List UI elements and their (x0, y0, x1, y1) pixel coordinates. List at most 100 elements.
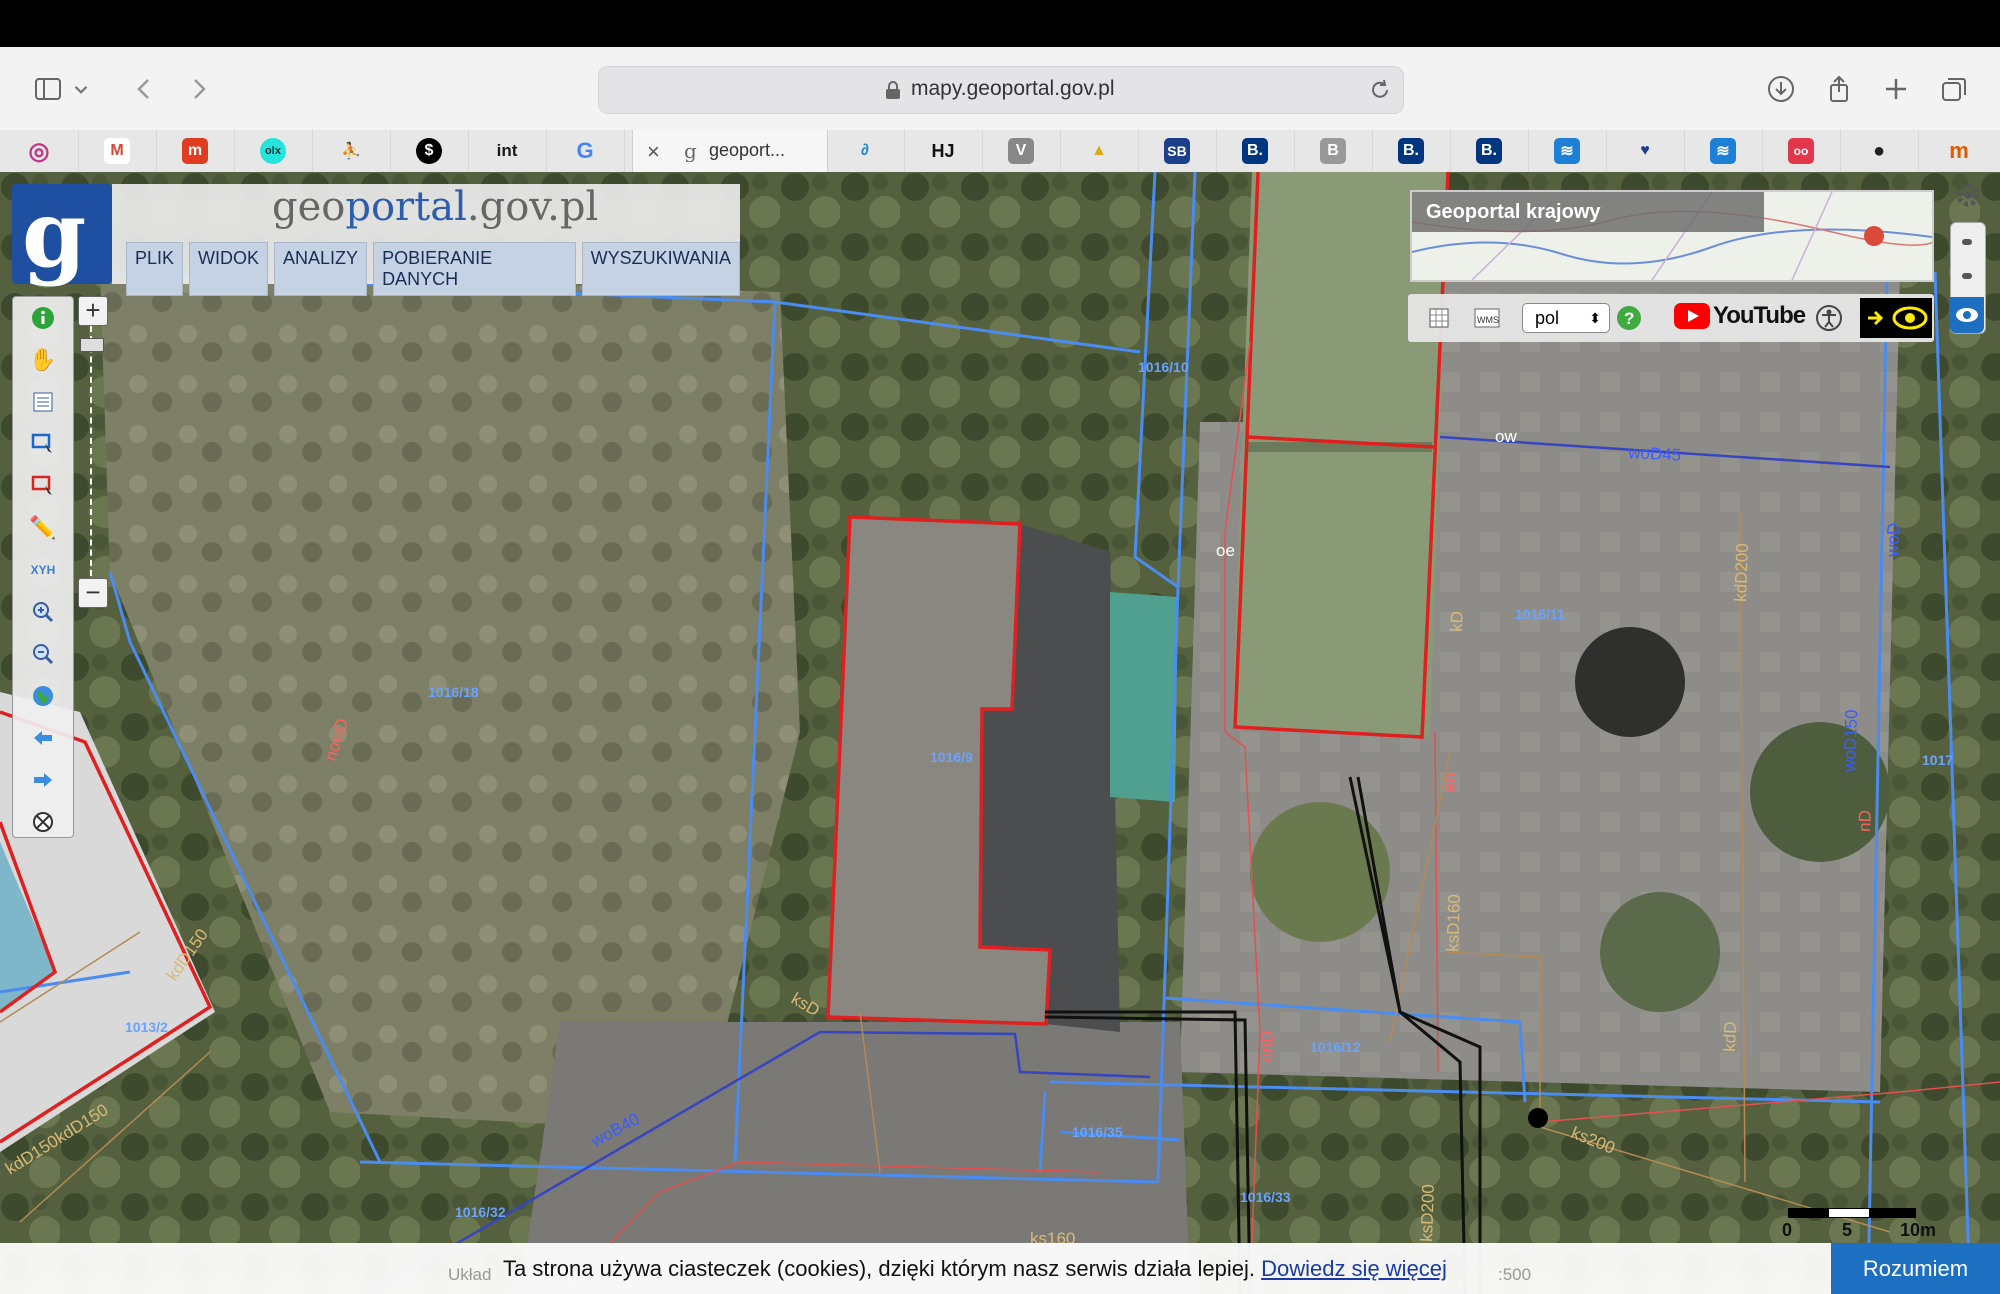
help-icon[interactable]: ? (1614, 302, 1644, 334)
zoom-plus-button[interactable]: + (78, 296, 108, 326)
favorite-booking[interactable]: B. (1216, 130, 1295, 172)
next-view-icon[interactable] (28, 765, 58, 795)
tab-overview-icon[interactable] (1930, 65, 1978, 113)
reload-icon[interactable] (1367, 77, 1393, 103)
favorite-dollar[interactable]: $ (390, 130, 469, 172)
tab-title: geoport... (709, 140, 786, 160)
favorite-mbank[interactable]: m (156, 130, 235, 172)
zoom-track[interactable] (90, 326, 96, 576)
select-area-icon[interactable] (28, 429, 58, 459)
favorite-google[interactable]: G (546, 130, 625, 172)
new-tab-icon[interactable] (1872, 65, 1920, 113)
delete-selection-icon[interactable] (28, 471, 58, 501)
map-viewport[interactable]: 1016/10 1016/18 1016/9 1016/11 1016/12 1… (0, 172, 2000, 1294)
hj-icon: HJ (931, 140, 955, 161)
coordinate-system-label: Układ (448, 1265, 492, 1284)
view-eye-icon[interactable] (1950, 297, 1984, 333)
map-grid-icon[interactable] (1424, 302, 1454, 334)
favorite-hj[interactable]: HJ (904, 130, 983, 172)
favorite-run[interactable]: ⛹ (312, 130, 391, 172)
address-bar[interactable]: mapy.geoportal.gov.pl (598, 66, 1404, 114)
menu-widok[interactable]: WIDOK (189, 242, 269, 296)
chevron-down-icon[interactable] (70, 65, 92, 113)
contrast-toggle[interactable] (1860, 298, 1932, 338)
window-top-bar (0, 0, 2000, 47)
favorite-circle[interactable]: ● (1840, 130, 1919, 172)
favorite-swirl[interactable]: ∂ (826, 130, 905, 172)
legend-icon[interactable] (28, 387, 58, 417)
favorite-olx[interactable]: olx (234, 130, 313, 172)
geoportal-favicon-icon: g (684, 140, 697, 162)
downloads-icon[interactable] (1757, 65, 1805, 113)
favorite-mountain[interactable]: ▲ (1060, 130, 1139, 172)
zoom-knob[interactable] (80, 338, 104, 352)
circle-icon: ● (1872, 139, 1886, 162)
settings-gear-icon[interactable] (1955, 182, 1981, 208)
favorite-tripadvisor[interactable]: oo (1762, 130, 1841, 172)
zoom-slider[interactable]: + − (78, 296, 108, 608)
select-arrows-icon: ⬍ (1589, 310, 1601, 326)
share-icon[interactable] (1815, 65, 1863, 113)
browser-toolbar: mapy.geoportal.gov.pl (0, 47, 2000, 130)
reset-view-icon[interactable] (28, 807, 58, 837)
overview-map[interactable]: Geoportal krajowy (1410, 190, 1934, 282)
xyh-icon[interactable]: XYH (28, 555, 58, 585)
site-title-suffix: .gov.pl (466, 184, 599, 230)
cookie-more-link[interactable]: Dowiedz się więcej (1261, 1256, 1447, 1281)
sidebar-toggle-icon[interactable] (24, 65, 72, 113)
favorite-sea-2[interactable]: ≋ (1684, 130, 1763, 172)
favorite-gmail[interactable]: M (78, 130, 157, 172)
tab-geoportal[interactable]: × g geoport... (632, 130, 828, 172)
favorite-int[interactable]: int (468, 130, 547, 172)
gmail-icon: M (104, 138, 130, 164)
panel-dot-icon[interactable] (1962, 273, 1972, 279)
pan-hand-icon[interactable]: ✋ (28, 345, 58, 375)
parcel-label: 1016/12 (1310, 1039, 1361, 1055)
site-title-prefix: geo (272, 184, 346, 230)
favorite-sea[interactable]: ≋ (1528, 130, 1607, 172)
panel-dot-icon[interactable] (1962, 239, 1972, 245)
cookie-accept-button[interactable]: Rozumiem (1831, 1243, 2000, 1294)
previous-view-icon[interactable] (28, 723, 58, 753)
b-gray-icon: B (1320, 138, 1346, 164)
menu-analizy[interactable]: ANALIZY (274, 242, 368, 296)
accessibility-icon[interactable] (1814, 302, 1844, 334)
favorite-booking-2[interactable]: B. (1372, 130, 1451, 172)
geoportal-logo[interactable]: g (12, 184, 112, 284)
favorite-v[interactable]: V (982, 130, 1061, 172)
favorite-instagram[interactable]: ◎ (0, 130, 79, 172)
utility-label: enD (1257, 1030, 1277, 1062)
utility-label: kD (1447, 611, 1467, 632)
close-tab-icon[interactable]: × (647, 139, 660, 165)
favorite-sb[interactable]: SB (1138, 130, 1217, 172)
menu-plik[interactable]: PLIK (126, 242, 184, 296)
lock-icon (886, 81, 900, 99)
globe-icon[interactable] (28, 681, 58, 711)
eye-arrow-icon (1868, 306, 1928, 330)
wms-icon[interactable]: WMS (1470, 302, 1506, 334)
sea-icon-2: ≋ (1710, 138, 1736, 164)
favorites-bar: ◎ M m olx ⛹ $ int G × g geoport... ∂ HJ … (0, 130, 2000, 173)
menu-pobieranie-danych[interactable]: POBIERANIE DANYCH (373, 242, 576, 296)
scale-bar: 0 5 10m (1782, 1200, 1936, 1244)
pencil-icon[interactable]: ✏️ (28, 513, 58, 543)
google-icon: G (576, 138, 594, 163)
back-icon[interactable] (120, 65, 168, 113)
favorite-booking-3[interactable]: B. (1450, 130, 1529, 172)
menu-wyszukiwania[interactable]: WYSZUKIWANIA (581, 242, 740, 296)
zoom-out-icon[interactable] (28, 639, 58, 669)
forward-icon[interactable] (175, 65, 223, 113)
int-icon: int (496, 141, 518, 160)
language-select[interactable]: pol ⬍ (1522, 303, 1610, 333)
svg-text:?: ? (1624, 309, 1634, 328)
favorite-m[interactable]: m (1918, 130, 2000, 172)
zoom-in-icon[interactable] (28, 597, 58, 627)
utility-label: oe (1216, 541, 1235, 560)
parcel-label: 1017 (1922, 752, 1953, 768)
info-icon[interactable] (28, 303, 58, 333)
zoom-minus-button[interactable]: − (78, 578, 108, 608)
youtube-link[interactable]: YouTube (1674, 302, 1806, 330)
site-title: geoportal.gov.pl (272, 184, 598, 230)
favorite-b-gray[interactable]: B (1294, 130, 1373, 172)
favorite-shield[interactable]: ♥ (1606, 130, 1685, 172)
